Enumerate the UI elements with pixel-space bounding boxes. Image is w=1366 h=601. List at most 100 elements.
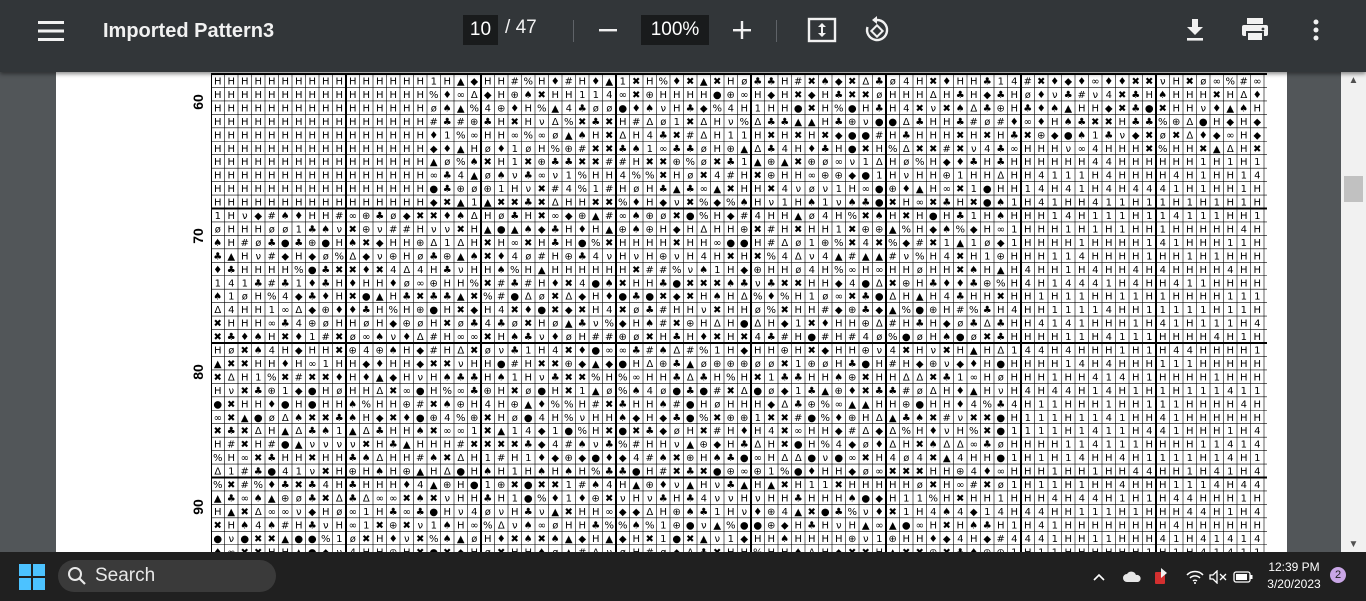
svg-text:H: H [767, 534, 775, 545]
svg-text:Δ: Δ [930, 386, 937, 397]
svg-text:H: H [214, 103, 222, 114]
svg-text:H: H [1186, 157, 1194, 168]
svg-text:▲: ▲ [889, 520, 897, 531]
svg-text:H: H [322, 346, 330, 357]
svg-text:✖: ✖ [1186, 77, 1194, 88]
svg-text:4: 4 [620, 171, 626, 182]
svg-text:H: H [349, 77, 357, 88]
svg-text:⊕: ⊕ [700, 440, 708, 451]
zoom-in-button[interactable] [727, 15, 757, 45]
page-number-input[interactable]: 10 [463, 15, 498, 45]
svg-text:✖: ✖ [794, 157, 802, 168]
svg-text:∞: ∞ [970, 372, 978, 383]
svg-text:1: 1 [1119, 211, 1125, 222]
fit-to-page-button[interactable] [805, 14, 839, 46]
svg-text:✖: ✖ [862, 144, 870, 155]
taskbar-search-box[interactable]: Search [58, 560, 276, 592]
svg-text:♣: ♣ [605, 467, 614, 478]
rotate-button[interactable] [860, 14, 894, 46]
tray-app-button[interactable] [1150, 562, 1172, 592]
svg-text:H: H [214, 144, 222, 155]
svg-text:4: 4 [809, 265, 815, 276]
svg-text:♠: ♠ [321, 426, 330, 437]
svg-text:1: 1 [1187, 278, 1193, 289]
zoom-level-input[interactable]: 100% [641, 15, 709, 45]
svg-text:H: H [619, 184, 627, 195]
more-options-button[interactable] [1303, 14, 1329, 46]
svg-text:1: 1 [255, 372, 261, 383]
svg-text:♠: ♠ [443, 520, 452, 531]
network-button[interactable] [1184, 562, 1206, 592]
svg-text:ø: ø [552, 520, 558, 531]
svg-text:H: H [1078, 157, 1086, 168]
volume-button[interactable] [1208, 562, 1228, 592]
svg-text:4: 4 [498, 305, 504, 316]
svg-text:H: H [970, 251, 978, 262]
battery-button[interactable] [1232, 562, 1254, 592]
onedrive-button[interactable] [1120, 562, 1144, 592]
svg-text:#: # [241, 238, 249, 249]
svg-text:◆: ◆ [929, 224, 937, 235]
svg-text:◆: ◆ [835, 77, 843, 88]
svg-text:#: # [646, 453, 654, 464]
svg-text:▲: ▲ [295, 440, 303, 451]
svg-text:1: 1 [1160, 399, 1166, 410]
svg-text:♣: ♣ [983, 520, 992, 531]
svg-text:4: 4 [1011, 399, 1017, 410]
svg-text:◆: ◆ [308, 305, 316, 316]
svg-text:✖: ✖ [970, 413, 978, 424]
svg-text:1: 1 [1187, 467, 1193, 478]
svg-text:♣: ♣ [929, 278, 938, 289]
scroll-up-arrow-icon[interactable]: ▲ [1341, 72, 1366, 88]
svg-text:♣: ♣ [443, 184, 452, 195]
svg-text:H: H [889, 399, 897, 410]
fit-to-page-icon [807, 17, 837, 43]
svg-text:▲: ▲ [227, 251, 235, 262]
vertical-scrollbar[interactable]: ▲ ▼ [1341, 72, 1366, 552]
menu-button[interactable] [34, 16, 68, 46]
svg-text:✖: ✖ [403, 493, 411, 504]
svg-text:♠: ♠ [254, 346, 263, 357]
svg-text:4: 4 [1038, 534, 1044, 545]
svg-text:✖: ✖ [956, 265, 964, 276]
svg-text:1: 1 [755, 103, 761, 114]
svg-text:H: H [1226, 90, 1234, 101]
svg-text:♦: ♦ [807, 144, 816, 155]
pdf-viewer[interactable]: 60 70 80 90 H H H H H H H H H H H H H H H H 1 H ▲ ◆ H H #% H ♦ # H… [0, 72, 1366, 552]
search-icon [68, 567, 86, 585]
svg-text:H: H [1037, 224, 1045, 235]
show-hidden-icons-button[interactable] [1089, 562, 1109, 592]
scroll-down-arrow-icon[interactable]: ▼ [1341, 536, 1366, 552]
svg-text:H: H [295, 251, 303, 262]
svg-text:♠: ♠ [483, 467, 492, 478]
svg-text:⊕: ⊕ [848, 305, 856, 316]
svg-text:♠: ♠ [564, 467, 573, 478]
start-button[interactable] [14, 562, 50, 592]
download-button[interactable] [1180, 14, 1210, 46]
notification-badge[interactable]: 2 [1330, 567, 1346, 583]
svg-text:♠: ♠ [996, 211, 1005, 222]
svg-text:Δ: Δ [444, 467, 451, 478]
svg-text:Δ: Δ [943, 440, 950, 451]
svg-text:♦: ♦ [821, 319, 830, 330]
svg-text:H: H [1051, 346, 1059, 357]
scrollbar-thumb[interactable] [1344, 176, 1363, 202]
svg-text:⊕: ⊕ [983, 278, 991, 289]
print-button[interactable] [1239, 14, 1271, 46]
svg-text:1: 1 [1092, 224, 1098, 235]
svg-text:H: H [1118, 399, 1126, 410]
svg-text:1: 1 [1173, 453, 1179, 464]
svg-text:H: H [605, 413, 613, 424]
zoom-out-button[interactable] [593, 15, 623, 45]
svg-text:H: H [416, 184, 424, 195]
svg-text:Δ: Δ [754, 117, 761, 128]
svg-text:ν: ν [228, 386, 234, 397]
svg-text:◆: ◆ [943, 534, 951, 545]
svg-text:♠: ♠ [699, 265, 708, 276]
svg-text:H: H [808, 426, 816, 437]
svg-text:∞: ∞ [470, 130, 478, 141]
clock[interactable]: 12:39 PM 3/20/2023 [1262, 559, 1326, 593]
svg-text:H: H [1240, 211, 1248, 222]
svg-text:✖: ✖ [362, 238, 370, 249]
svg-text:H: H [848, 319, 856, 330]
